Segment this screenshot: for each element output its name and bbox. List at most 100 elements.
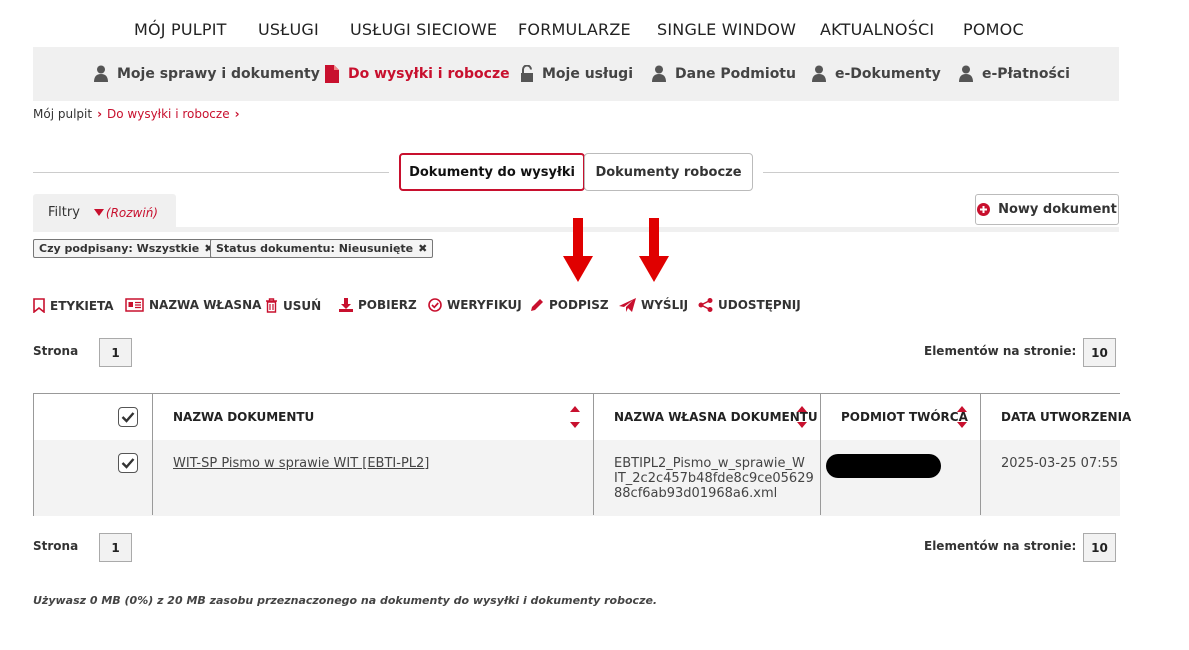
document-name-link[interactable]: WIT-SP Pismo w sprawie WIT [EBTI-PL2] (173, 456, 429, 471)
subnav-label: e-Płatności (982, 65, 1070, 82)
bookmark-icon (33, 298, 45, 313)
top-nav-uslugi-sieciowe[interactable]: USŁUGI SIECIOWE (350, 20, 497, 39)
toolbar-podpisz-button[interactable]: PODPISZ (530, 298, 609, 312)
select-all-checkbox[interactable] (118, 407, 138, 427)
per-page-box[interactable]: 10 (1083, 533, 1116, 562)
subnav-label: Do wysyłki i robocze (348, 66, 510, 82)
filter-chip-status[interactable]: Status dokumentu: Nieusunięte ✖ (210, 239, 434, 258)
breadcrumb-moj-pulpit[interactable]: Mój pulpit (33, 107, 92, 121)
redacted-creator (826, 454, 941, 478)
subnav-e-platnosci[interactable]: e-Płatności (958, 65, 1070, 82)
filters-expand-label: (Rozwiń) (105, 205, 158, 220)
breadcrumb-do-wysylki[interactable]: Do wysyłki i robocze (107, 107, 230, 121)
storage-usage-note: Używasz 0 MB (0%) z 20 MB zasobu przezna… (33, 594, 658, 607)
tab-dokumenty-robocze[interactable]: Dokumenty robocze (584, 153, 753, 191)
red-arrow-annotation (639, 218, 669, 282)
toolbar-label: PODPISZ (549, 298, 609, 312)
toolbar-udostepnij-button[interactable]: UDOSTĘPNIJ (698, 298, 801, 312)
filters-toggle[interactable]: Filtry (Rozwiń) (33, 194, 176, 231)
column-header-data-utworzenia[interactable]: DATA UTWORZENIA (1001, 410, 1131, 424)
top-nav-uslugi[interactable]: USŁUGI (258, 20, 319, 39)
subnav-e-dokumenty[interactable]: e-Dokumenty (811, 65, 941, 82)
toolbar-label: POBIERZ (358, 298, 417, 312)
own-name-line: EBTIPL2_Pismo_w_sprawie_W (614, 456, 805, 471)
id-card-icon (125, 298, 144, 312)
caret-down-icon (93, 209, 104, 216)
toolbar-label: UDOSTĘPNIJ (718, 298, 801, 312)
per-page-label: Elementów na stronie: (924, 344, 1077, 358)
top-nav-moj-pulpit[interactable]: MÓJ PULPIT (134, 20, 227, 39)
red-arrow-annotation (563, 218, 593, 282)
toolbar-label: ETYKIETA (50, 298, 114, 313)
new-document-label: Nowy dokument (998, 202, 1117, 217)
new-document-button[interactable]: Nowy dokument (975, 194, 1119, 225)
divider-right (763, 172, 1119, 173)
top-navigation: MÓJ PULPIT USŁUGI USŁUGI SIECIOWE FORMUL… (0, 20, 1189, 42)
trash-icon (266, 298, 277, 313)
filters-expand[interactable]: (Rozwiń) (93, 205, 158, 220)
sub-navigation: Moje sprawy i dokumenty Do wysyłki i rob… (33, 47, 1119, 101)
top-nav-pomoc[interactable]: POMOC (963, 20, 1024, 39)
top-nav-aktualnosci[interactable]: AKTUALNOŚCI (820, 20, 934, 39)
close-icon[interactable]: ✖ (418, 242, 427, 255)
column-divider (593, 394, 594, 515)
table-row[interactable] (34, 440, 1120, 516)
page-label: Strona (33, 539, 79, 553)
subnav-label: Moje usługi (542, 65, 633, 82)
row-checkbox[interactable] (118, 453, 138, 473)
tab-dokumenty-do-wysylki[interactable]: Dokumenty do wysyłki (399, 153, 585, 191)
column-header-nazwa-wlasna[interactable]: NAZWA WŁASNA DOKUMENTU (614, 410, 818, 424)
sort-icon[interactable] (956, 404, 968, 430)
page-number-box[interactable]: 1 (99, 533, 132, 562)
subnav-dane-podmiotu[interactable]: Dane Podmiotu (651, 65, 796, 82)
filters-label: Filtry (48, 205, 80, 220)
share-icon (698, 298, 713, 312)
subnav-label: Dane Podmiotu (675, 65, 796, 82)
divider-left (33, 172, 389, 173)
chevron-right-icon: › (234, 107, 240, 121)
page-number-box[interactable]: 1 (99, 338, 132, 367)
toolbar-etykieta-button[interactable]: ETYKIETA (33, 298, 114, 313)
documents-table: NAZWA DOKUMENTU NAZWA WŁASNA DOKUMENTU P… (33, 393, 1131, 516)
subnav-do-wysylki[interactable]: Do wysyłki i robocze (324, 65, 510, 83)
column-header-nazwa-dokumentu[interactable]: NAZWA DOKUMENTU (173, 410, 314, 424)
page-label: Strona (33, 344, 79, 358)
toolbar-nazwa-wlasna-button[interactable]: NAZWA WŁASNA (125, 298, 261, 312)
sort-icon[interactable] (569, 404, 581, 430)
user-icon (94, 65, 108, 82)
top-nav-single-window[interactable]: SINGLE WINDOW (657, 20, 796, 39)
filter-chip-label: Status dokumentu: Nieusunięte (216, 242, 414, 255)
chevron-right-icon: › (97, 107, 103, 121)
toolbar-usun-button[interactable]: USUŃ (265, 298, 321, 313)
toolbar-label: WERYFIKUJ (447, 298, 522, 312)
document-icon (325, 65, 339, 83)
column-header-podmiot-tworca[interactable]: PODMIOT TWÓRCA (841, 410, 968, 424)
toolbar-weryfikuj-button[interactable]: WERYFIKUJ (428, 298, 522, 312)
pencil-icon (531, 299, 543, 311)
user-icon (959, 65, 973, 82)
checkmark-icon (121, 412, 135, 423)
own-name-line: 88cf6ab93d01968a6.xml (614, 486, 778, 501)
subnav-label: e-Dokumenty (835, 65, 941, 82)
subnav-moje-uslugi[interactable]: Moje usługi (520, 65, 633, 82)
per-page-box[interactable]: 10 (1083, 338, 1116, 367)
plus-circle-icon (977, 203, 991, 216)
document-own-name: EBTIPL2_Pismo_w_sprawie_W IT_2c2c457b48f… (614, 456, 814, 501)
top-nav-formularze[interactable]: FORMULARZE (518, 20, 631, 39)
user-icon (812, 65, 826, 82)
toolbar-label: NAZWA WŁASNA (149, 298, 262, 312)
sort-icon[interactable] (796, 404, 808, 430)
user-icon (652, 65, 666, 82)
subnav-label: Moje sprawy i dokumenty (117, 65, 320, 82)
subnav-moje-sprawy[interactable]: Moje sprawy i dokumenty (93, 65, 320, 82)
toolbar-label: WYŚLIJ (641, 298, 689, 312)
toolbar-wyslij-button[interactable]: WYŚLIJ (619, 298, 688, 312)
checkmark-icon (121, 458, 135, 469)
per-page-label: Elementów na stronie: (924, 539, 1077, 553)
filter-chip-label: Czy podpisany: Wszystkie (39, 242, 200, 255)
filter-chip-podpisany[interactable]: Czy podpisany: Wszystkie ✖ (33, 239, 220, 258)
column-divider (980, 394, 981, 515)
column-divider (820, 394, 821, 515)
toolbar-pobierz-button[interactable]: POBIERZ (339, 298, 417, 312)
column-divider (152, 394, 153, 515)
